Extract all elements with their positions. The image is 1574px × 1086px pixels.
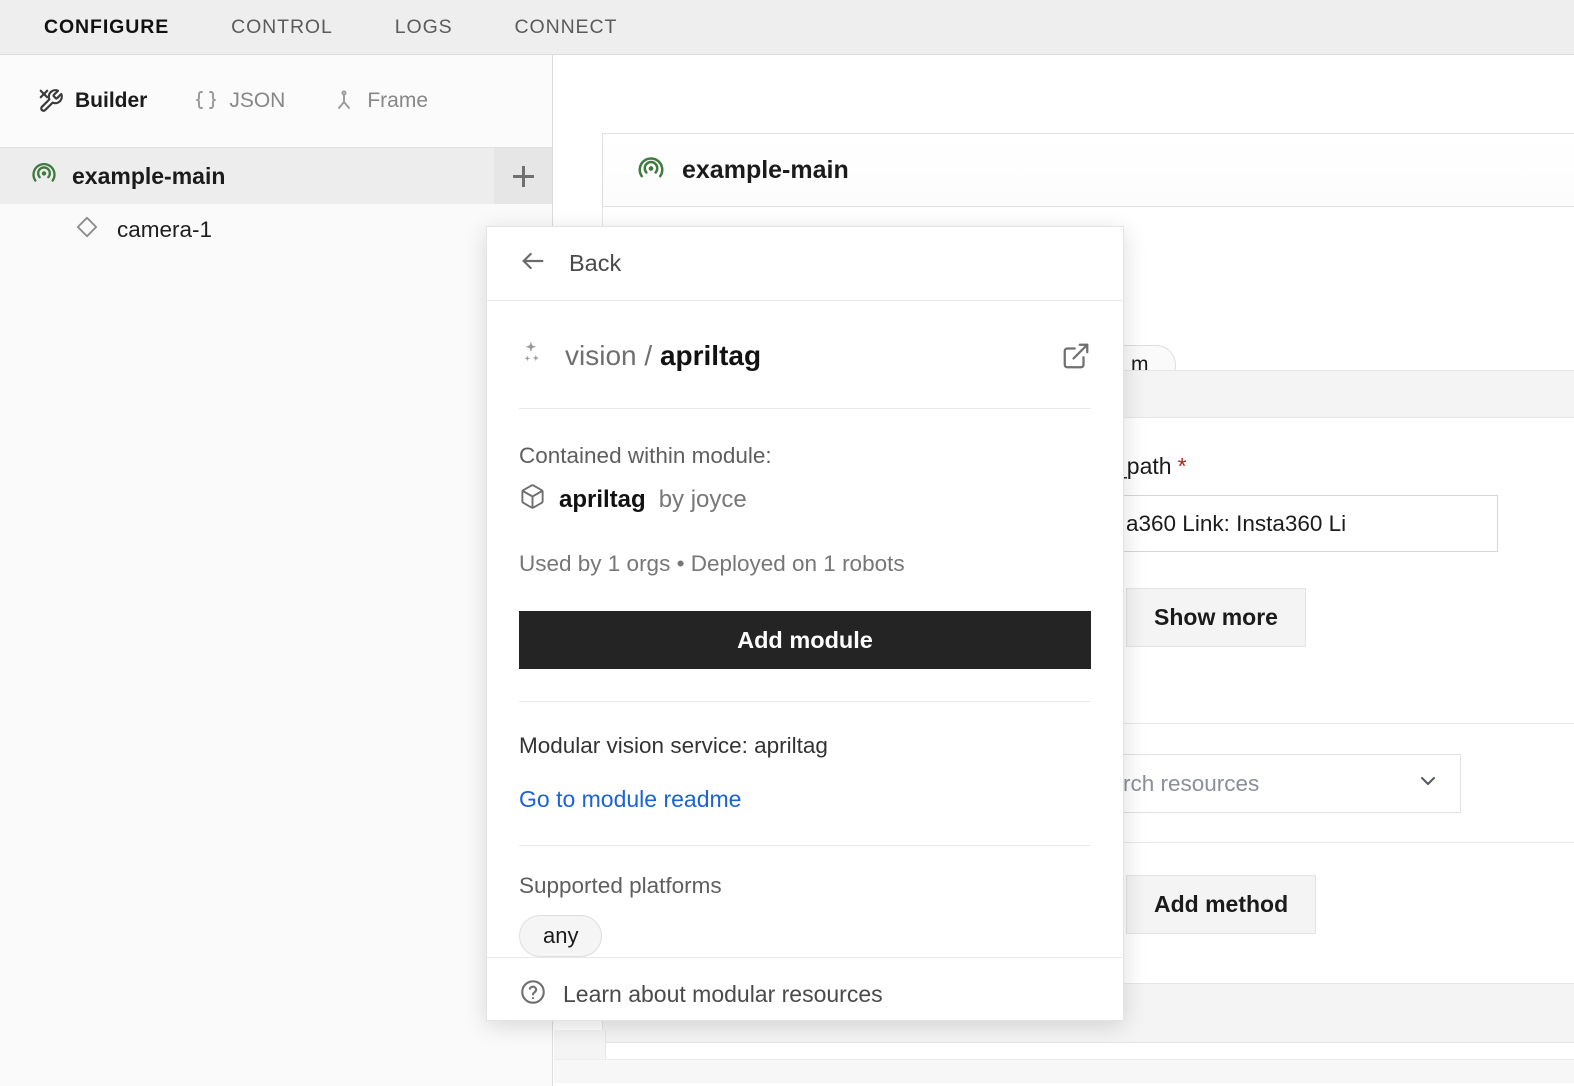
modal-footer-label: Learn about modular resources bbox=[563, 981, 883, 1007]
module-title: vision / apriltag bbox=[565, 340, 761, 372]
path-field-label: _path * bbox=[1114, 453, 1187, 479]
modal-body: vision / apriltag Contained within modul… bbox=[487, 301, 1123, 957]
tab-connect[interactable]: CONNECT bbox=[515, 16, 618, 39]
mode-frame-label: Frame bbox=[367, 89, 429, 112]
sidebar-child-label: camera-1 bbox=[117, 217, 213, 242]
module-owner-line: apriltag by joyce bbox=[519, 483, 1091, 517]
module-title-separator: / bbox=[644, 339, 653, 371]
mode-json[interactable]: JSON bbox=[194, 88, 285, 114]
sidebar-item-example-main[interactable]: example-main bbox=[0, 148, 552, 204]
mode-frame[interactable]: Frame bbox=[332, 88, 428, 114]
editor-mode-bar: Builder JSON Frame bbox=[0, 55, 552, 148]
modal-divider-1 bbox=[519, 701, 1091, 702]
question-circle-icon bbox=[519, 978, 547, 1011]
modal-back-button[interactable]: Back bbox=[487, 227, 1123, 301]
modal-divider-2 bbox=[519, 845, 1091, 846]
chevron-down-icon bbox=[1416, 769, 1440, 799]
module-description: Modular vision service: apriltag bbox=[519, 733, 828, 758]
contained-within-label: Contained within module: bbox=[519, 443, 772, 468]
package-icon bbox=[519, 483, 546, 517]
search-resources-select[interactable]: rch resources bbox=[1108, 754, 1461, 813]
supported-platforms-label: Supported platforms bbox=[519, 873, 722, 898]
sparkles-icon bbox=[519, 339, 547, 372]
module-title-row: vision / apriltag bbox=[519, 301, 1091, 409]
tools-icon bbox=[38, 88, 64, 114]
frame-tree-icon bbox=[332, 88, 356, 114]
module-detail-modal: Back vision / apriltag Contained within … bbox=[486, 226, 1124, 1021]
tab-control[interactable]: CONTROL bbox=[231, 16, 333, 39]
tab-configure[interactable]: CONFIGURE bbox=[44, 16, 169, 39]
add-method-button[interactable]: Add method bbox=[1126, 875, 1317, 934]
machine-icon bbox=[636, 153, 666, 188]
search-resources-value: rch resources bbox=[1123, 770, 1260, 796]
platform-chip: any bbox=[519, 915, 603, 957]
mode-json-label: JSON bbox=[229, 89, 286, 112]
modal-back-label: Back bbox=[569, 250, 622, 276]
bottom-left-stub bbox=[554, 1030, 606, 1059]
arrow-left-icon bbox=[519, 247, 547, 280]
module-usage-stats: Used by 1 orgs • Deployed on 1 robots bbox=[519, 551, 905, 576]
supported-platforms-list: any bbox=[519, 915, 1091, 957]
bottom-strip bbox=[554, 1059, 1574, 1083]
modal-footer-link[interactable]: Learn about modular resources bbox=[487, 957, 1123, 1031]
mode-builder[interactable]: Builder bbox=[38, 88, 147, 114]
sidebar-item-camera-1[interactable]: camera-1 bbox=[0, 204, 552, 256]
braces-icon bbox=[194, 88, 218, 114]
left-sidebar: Builder JSON Frame example-main camera-1 bbox=[0, 55, 553, 1086]
module-namespace: vision bbox=[565, 339, 637, 371]
module-title-name: apriltag bbox=[659, 339, 762, 371]
required-marker: * bbox=[1177, 453, 1187, 479]
show-more-button[interactable]: Show more bbox=[1126, 588, 1306, 647]
resource-card-title: example-main bbox=[682, 155, 849, 184]
resource-card-header[interactable]: example-main bbox=[602, 133, 1574, 207]
add-module-button[interactable]: Add module bbox=[519, 611, 1091, 669]
mode-builder-label: Builder bbox=[75, 89, 148, 112]
app-root: CONFIGURE CONTROL LOGS CONNECT Builder J… bbox=[0, 0, 1574, 1086]
module-name: apriltag bbox=[559, 486, 646, 513]
add-resource-button[interactable] bbox=[494, 148, 552, 204]
machine-icon bbox=[30, 159, 58, 193]
module-readme-link[interactable]: Go to module readme bbox=[519, 786, 741, 813]
external-link-icon[interactable] bbox=[1061, 341, 1091, 371]
sidebar-item-label: example-main bbox=[72, 162, 226, 189]
tab-logs[interactable]: LOGS bbox=[395, 16, 453, 39]
top-navigation-bar: CONFIGURE CONTROL LOGS CONNECT bbox=[0, 0, 1574, 55]
module-author: by joyce bbox=[658, 486, 747, 513]
diamond-icon bbox=[74, 214, 100, 246]
path-field-input[interactable]: a360 Link: Insta360 Li bbox=[1110, 495, 1498, 552]
